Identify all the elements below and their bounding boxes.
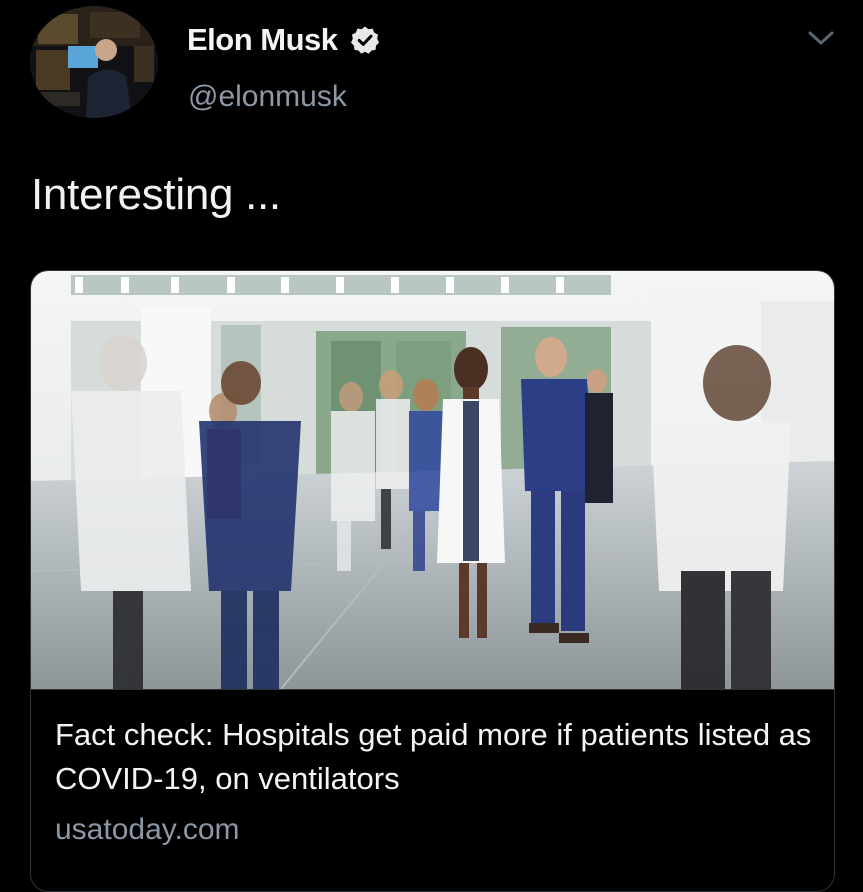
card-domain[interactable]: usatoday.com — [55, 813, 240, 847]
avatar[interactable] — [30, 6, 158, 118]
card-title[interactable]: Fact check: Hospitals get paid more if p… — [55, 713, 825, 801]
link-card[interactable]: Fact check: Hospitals get paid more if p… — [30, 270, 835, 892]
tweet-text: Interesting ... — [31, 170, 281, 219]
author-name[interactable]: Elon Musk — [187, 22, 338, 58]
card-image[interactable] — [31, 271, 834, 689]
chevron-down-icon[interactable] — [806, 26, 836, 50]
avatar-photo — [30, 6, 158, 118]
hospital-lobby-photo — [31, 271, 834, 689]
verified-badge-icon — [350, 25, 380, 55]
card-divider — [31, 689, 834, 690]
author-row[interactable]: Elon Musk — [187, 20, 380, 60]
author-handle[interactable]: @elonmusk — [188, 80, 347, 114]
